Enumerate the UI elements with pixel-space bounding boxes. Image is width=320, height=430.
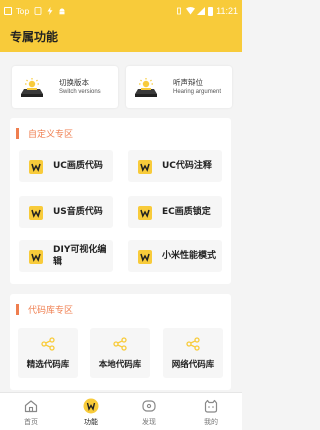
switch-version-card[interactable]: 切换版本 Switch versions (12, 66, 118, 108)
profile-icon (203, 398, 219, 414)
nav-item-home[interactable]: 首页 (1, 393, 61, 430)
battery-icon (208, 6, 214, 16)
uc-code-comment-button[interactable]: UC代码注释 (128, 150, 222, 182)
code-button-label: UC代码注释 (162, 161, 212, 171)
status-time: 11:21 (216, 6, 238, 16)
nav-item-profile[interactable]: 我的 (181, 393, 241, 430)
w-logo-icon (138, 249, 152, 264)
library-button-label: 精选代码库 (26, 360, 70, 370)
notification-icon (4, 7, 12, 15)
w-logo-icon (29, 159, 43, 174)
w-logo-icon (138, 205, 152, 220)
bolt-icon (46, 7, 54, 15)
share-icon (113, 336, 127, 351)
lamp-icon (132, 77, 160, 99)
network-library-button[interactable]: 网络代码库 (163, 328, 223, 378)
code-button-label: DIY可视化编辑 (53, 245, 107, 267)
code-button-label: US音质代码 (53, 207, 103, 217)
w-logo-icon (29, 249, 43, 264)
us-audio-code-button[interactable]: US音质代码 (19, 196, 113, 228)
local-library-button[interactable]: 本地代码库 (90, 328, 150, 378)
function-icon (83, 398, 99, 414)
w-logo-icon (138, 159, 152, 174)
lamp-icon (18, 77, 46, 99)
nav-label: 功能 (84, 418, 98, 426)
nav-label: 发现 (142, 418, 156, 426)
discover-icon (141, 398, 157, 414)
custom-section: 自定义专区 UC画质代码 UC代码注释 US音质代码 EC画质锁定 DIY可视化… (10, 118, 231, 284)
page-title: 专属功能 (10, 30, 59, 44)
share-icon (41, 336, 55, 351)
nav-label: 我的 (204, 418, 218, 426)
status-bar: Top 11:21 (0, 0, 242, 22)
bottom-nav: 首页 功能 发现 我的 (0, 392, 242, 430)
wifi-icon (186, 7, 196, 15)
diy-visual-edit-button[interactable]: DIY可视化编辑 (19, 240, 113, 272)
library-button-label: 本地代码库 (98, 360, 142, 370)
nav-label: 首页 (24, 418, 38, 426)
hearing-argument-card[interactable]: 听声辩位 Hearing argument (126, 66, 232, 108)
nav-item-function[interactable]: 功能 (61, 393, 121, 430)
library-section: 代码库专区 精选代码库 本地代码库 网络代码库 (10, 294, 231, 390)
hearing-argument-title: 听声辩位 (173, 78, 203, 87)
signal-icon (197, 7, 206, 15)
sim-icon (34, 7, 42, 15)
vibrate-icon (175, 7, 183, 15)
xiaomi-performance-button[interactable]: 小米性能模式 (128, 240, 222, 272)
featured-library-button[interactable]: 精选代码库 (18, 328, 78, 378)
code-button-label: UC画质代码 (53, 161, 103, 171)
custom-section-title: 自定义专区 (28, 130, 74, 140)
w-logo-icon (29, 205, 43, 220)
ec-quality-lock-button[interactable]: EC画质锁定 (128, 196, 222, 228)
library-button-label: 网络代码库 (171, 360, 215, 370)
switch-version-subtitle: Switch versions (59, 89, 101, 95)
hearing-argument-subtitle: Hearing argument (173, 89, 222, 95)
code-button-label: 小米性能模式 (162, 251, 217, 261)
section-accent-bar (16, 128, 19, 139)
nav-item-discover[interactable]: 发现 (119, 393, 179, 430)
app-header: 专属功能 (0, 22, 242, 52)
switch-version-title: 切换版本 (59, 78, 89, 87)
share-icon (186, 336, 200, 351)
library-section-title: 代码库专区 (28, 306, 74, 316)
home-icon (23, 398, 39, 414)
carrier-label: Top (16, 6, 30, 16)
uc-quality-code-button[interactable]: UC画质代码 (19, 150, 113, 182)
section-accent-bar (16, 304, 19, 315)
code-button-label: EC画质锁定 (162, 207, 211, 217)
android-icon (58, 7, 66, 15)
